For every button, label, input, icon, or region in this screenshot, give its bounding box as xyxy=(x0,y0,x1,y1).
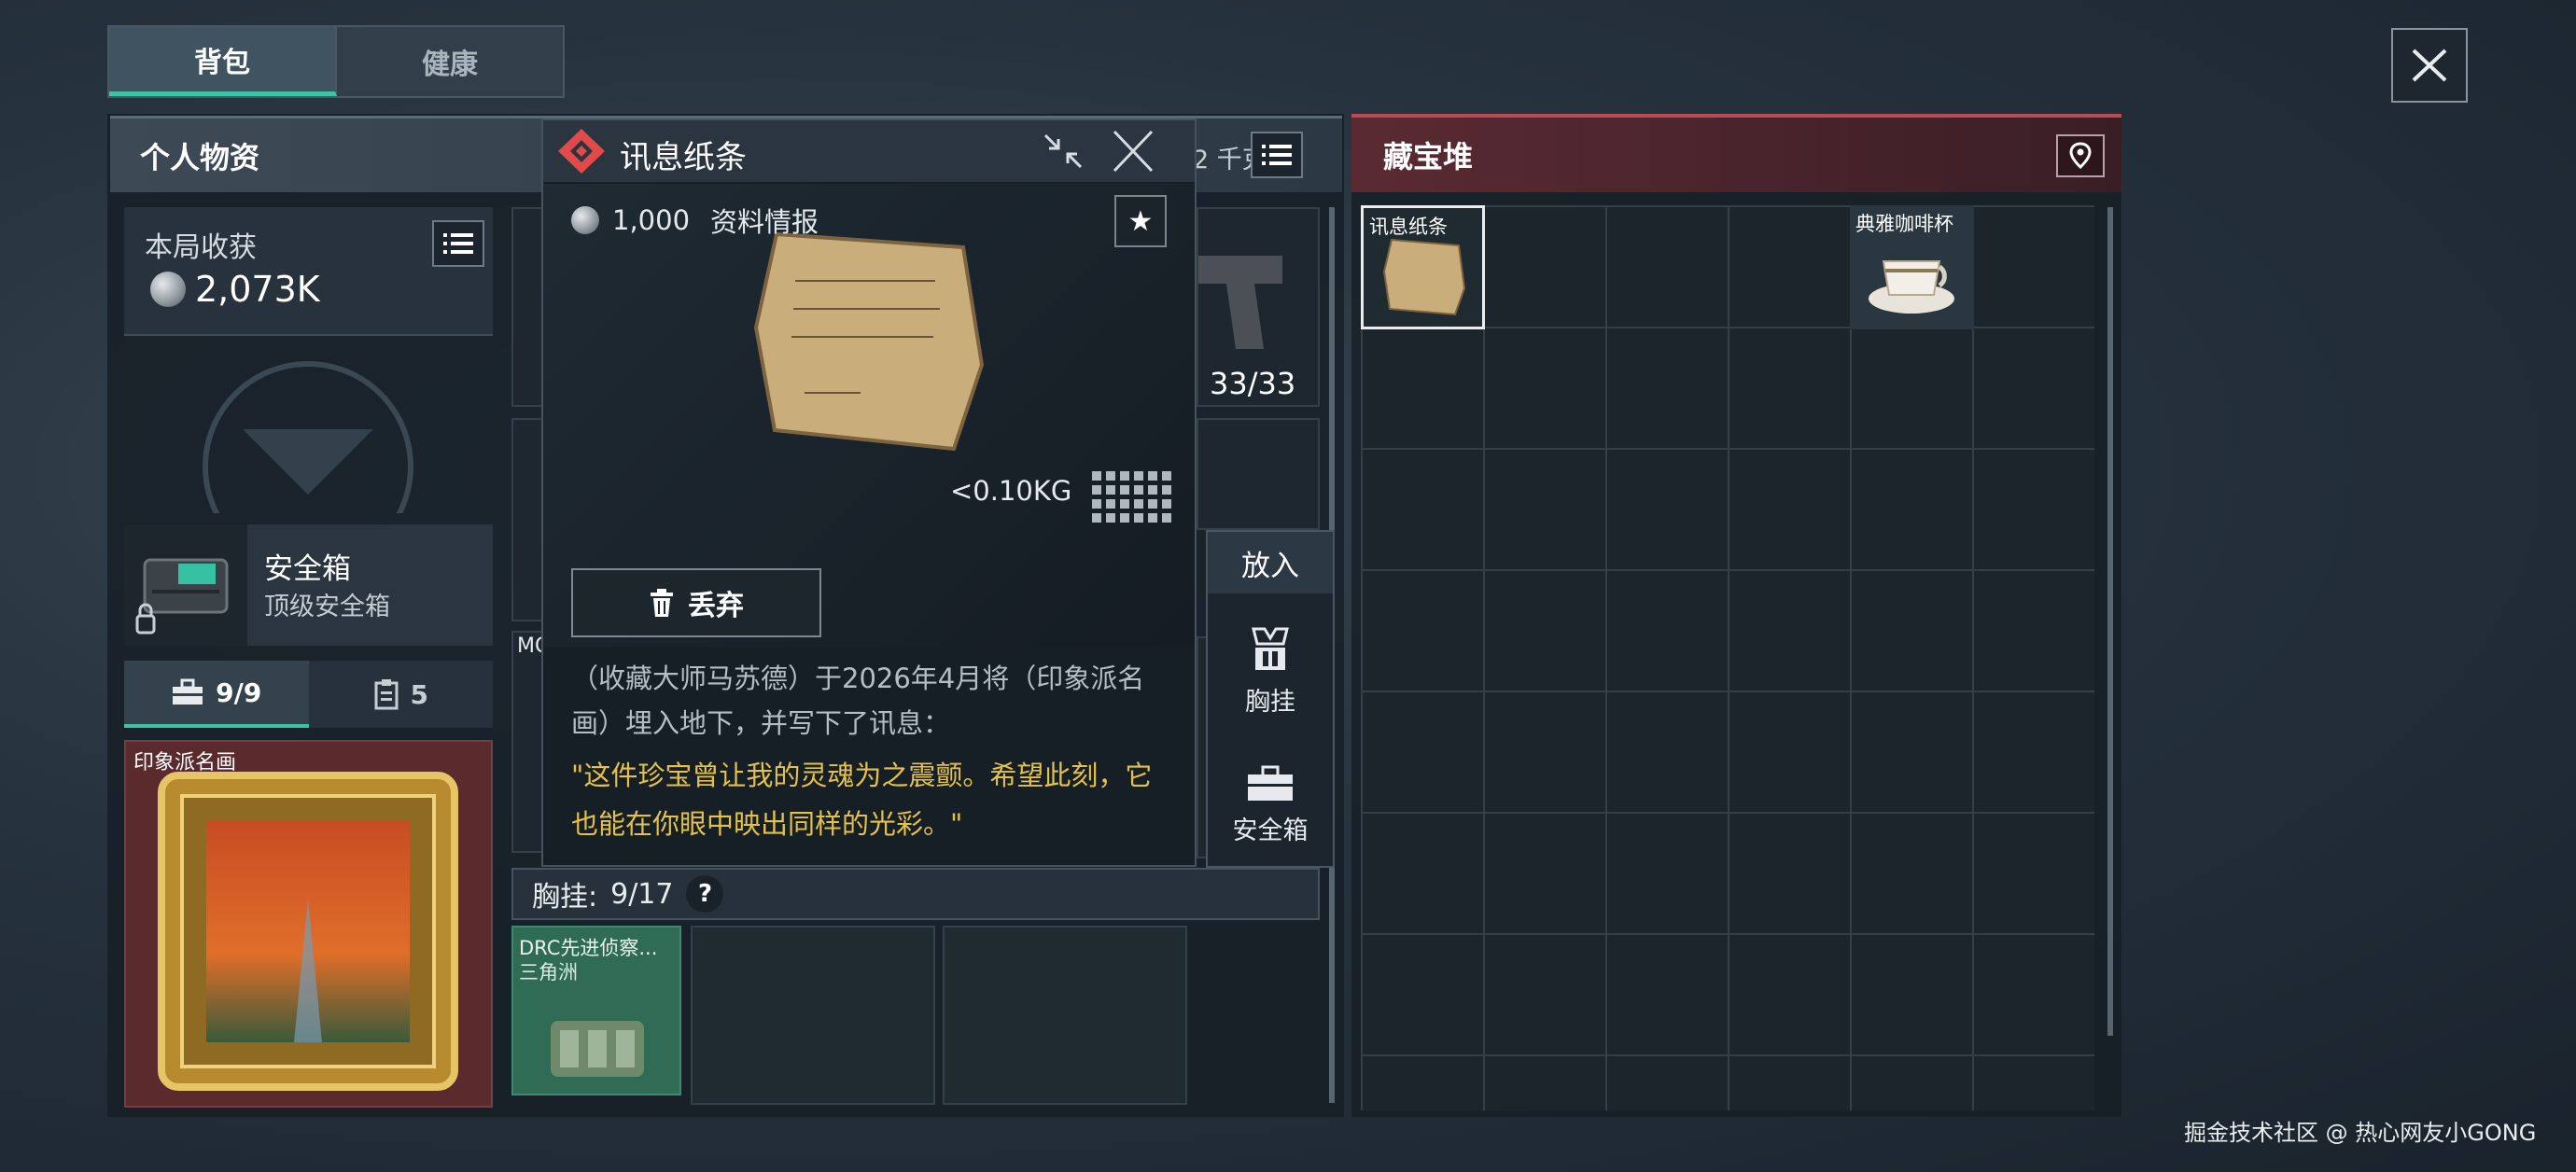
painting-item[interactable]: 印象派名画 xyxy=(124,740,493,1108)
clipboard-count: 5 xyxy=(410,678,428,710)
safebox-icon xyxy=(1248,765,1293,801)
trash-icon xyxy=(651,589,673,617)
chest-rig-slot[interactable] xyxy=(943,926,1187,1105)
painting-image xyxy=(158,772,458,1091)
item-size-grid-icon xyxy=(1092,471,1171,523)
coin-icon xyxy=(150,272,186,307)
container-tabs: 9/9 5 xyxy=(124,661,493,728)
coin-icon xyxy=(571,206,599,234)
discard-button[interactable]: 丢弃 xyxy=(571,568,821,637)
item-weight: <0.10KG xyxy=(950,475,1072,507)
list-icon xyxy=(1262,145,1292,165)
harvest-value: 2,073K xyxy=(195,269,320,310)
favorite-button[interactable]: ★ xyxy=(1114,195,1167,247)
safebox-icon xyxy=(135,558,229,635)
locate-button[interactable] xyxy=(2056,134,2105,177)
harvest-label: 本局收获 xyxy=(145,231,257,264)
personal-title: 个人物资 xyxy=(140,139,260,175)
clipboard-icon xyxy=(374,679,398,710)
item-price: 1,000 xyxy=(612,204,691,236)
item-quote: "这件珍宝曾让我的灵魂为之震颤。希望此刻，它也能在你眼中映出同样的光彩。" xyxy=(571,760,1153,840)
chest-rig-label: 胸挂: xyxy=(532,881,598,914)
tab-health[interactable]: 健康 xyxy=(337,27,563,96)
scrollbar[interactable] xyxy=(2107,207,2113,1036)
treasure-grid[interactable] xyxy=(1361,205,2094,1110)
star-icon: ★ xyxy=(1127,204,1154,238)
close-icon[interactable] xyxy=(1109,128,1157,174)
safebox-thumb xyxy=(124,524,247,646)
harvest-card: 本局收获 2,073K xyxy=(124,207,493,336)
discard-label: 丢弃 xyxy=(688,590,744,622)
safebox-subtitle: 顶级安全箱 xyxy=(264,593,390,621)
toolbox-icon xyxy=(173,678,203,705)
sort-button[interactable] xyxy=(1251,132,1303,178)
grid-item-note[interactable]: 讯息纸条 xyxy=(1361,205,1485,329)
item-description: （收藏大师马苏德）于2026年4月将（印象派名画）埋入地下，并写下了讯息： xyxy=(571,663,1145,739)
watermark-text: 掘金技术社区 @ 热心网友小GONG xyxy=(2184,1120,2537,1146)
toolbox-count: 9/9 xyxy=(216,677,262,708)
chest-rig-icon xyxy=(1252,627,1289,670)
popup-header: 讯息纸条 xyxy=(543,120,1195,182)
item-rarity-icon xyxy=(558,129,605,174)
top-tabbar: 背包 健康 xyxy=(107,25,565,98)
inventory-cell[interactable] xyxy=(511,418,543,621)
inventory-cell[interactable]: MG xyxy=(511,631,551,853)
chest-rig-slot[interactable] xyxy=(691,926,935,1105)
ammo-count: 33/33 xyxy=(1210,366,1296,401)
note-paper-icon xyxy=(1382,238,1466,316)
put-in-menu: 放入 胸挂 安全箱 xyxy=(1206,530,1335,868)
collapse-icon[interactable] xyxy=(1040,130,1086,173)
vest-icon xyxy=(551,1021,644,1077)
chest-rig-bar: 胸挂: 9/17 ? xyxy=(511,868,1320,920)
tab-backpack[interactable]: 背包 xyxy=(109,27,337,96)
grid-item-coffee-cup[interactable]: 典雅咖啡杯 xyxy=(1850,205,1974,329)
put-in-safebox-label: 安全箱 xyxy=(1232,816,1309,845)
item-category: 资料情报 xyxy=(710,206,819,238)
close-button[interactable] xyxy=(2391,28,2468,103)
item-price-row: 1,000 资料情报 xyxy=(571,201,819,240)
harvest-value-row: 2,073K xyxy=(150,269,320,310)
chest-rig-count: 9/17 xyxy=(610,877,674,911)
note-paper-image xyxy=(753,231,985,452)
close-icon xyxy=(2412,49,2447,82)
emblem-watermark xyxy=(203,361,413,513)
put-in-chest-rig[interactable]: 胸挂 xyxy=(1208,625,1333,718)
item-detail-popup: 讯息纸条 1,000 资料情报 ★ <0.10KG 丢弃 （收藏大师马苏德）于2… xyxy=(541,119,1197,867)
treasure-title: 藏宝堆 xyxy=(1383,139,1474,174)
inventory-cell[interactable] xyxy=(511,207,543,407)
coffee-cup-icon xyxy=(1869,260,1954,314)
safebox-name: 安全箱 xyxy=(264,552,351,586)
tab-clipboard[interactable]: 5 xyxy=(309,661,494,728)
weapon-slot[interactable] xyxy=(1197,418,1320,530)
chest-rig-item-sub: 三角洲 xyxy=(519,961,578,984)
harvest-detail-button[interactable] xyxy=(432,220,484,267)
tab-toolbox[interactable]: 9/9 xyxy=(124,661,309,728)
list-icon xyxy=(443,233,473,254)
chest-rig-item[interactable]: DRC先进侦察... 三角洲 xyxy=(511,926,681,1095)
popup-title: 讯息纸条 xyxy=(620,139,747,176)
pistol-icon xyxy=(1198,256,1282,349)
put-in-safebox[interactable]: 安全箱 xyxy=(1208,765,1333,846)
help-button[interactable]: ? xyxy=(686,875,724,913)
location-pin-icon xyxy=(2069,142,2092,170)
put-in-title: 放入 xyxy=(1208,532,1333,593)
put-in-chest-rig-label: 胸挂 xyxy=(1245,688,1295,717)
safebox-slot[interactable]: 安全箱 顶级安全箱 xyxy=(124,524,493,646)
treasure-header: 藏宝堆 xyxy=(1351,114,2121,192)
